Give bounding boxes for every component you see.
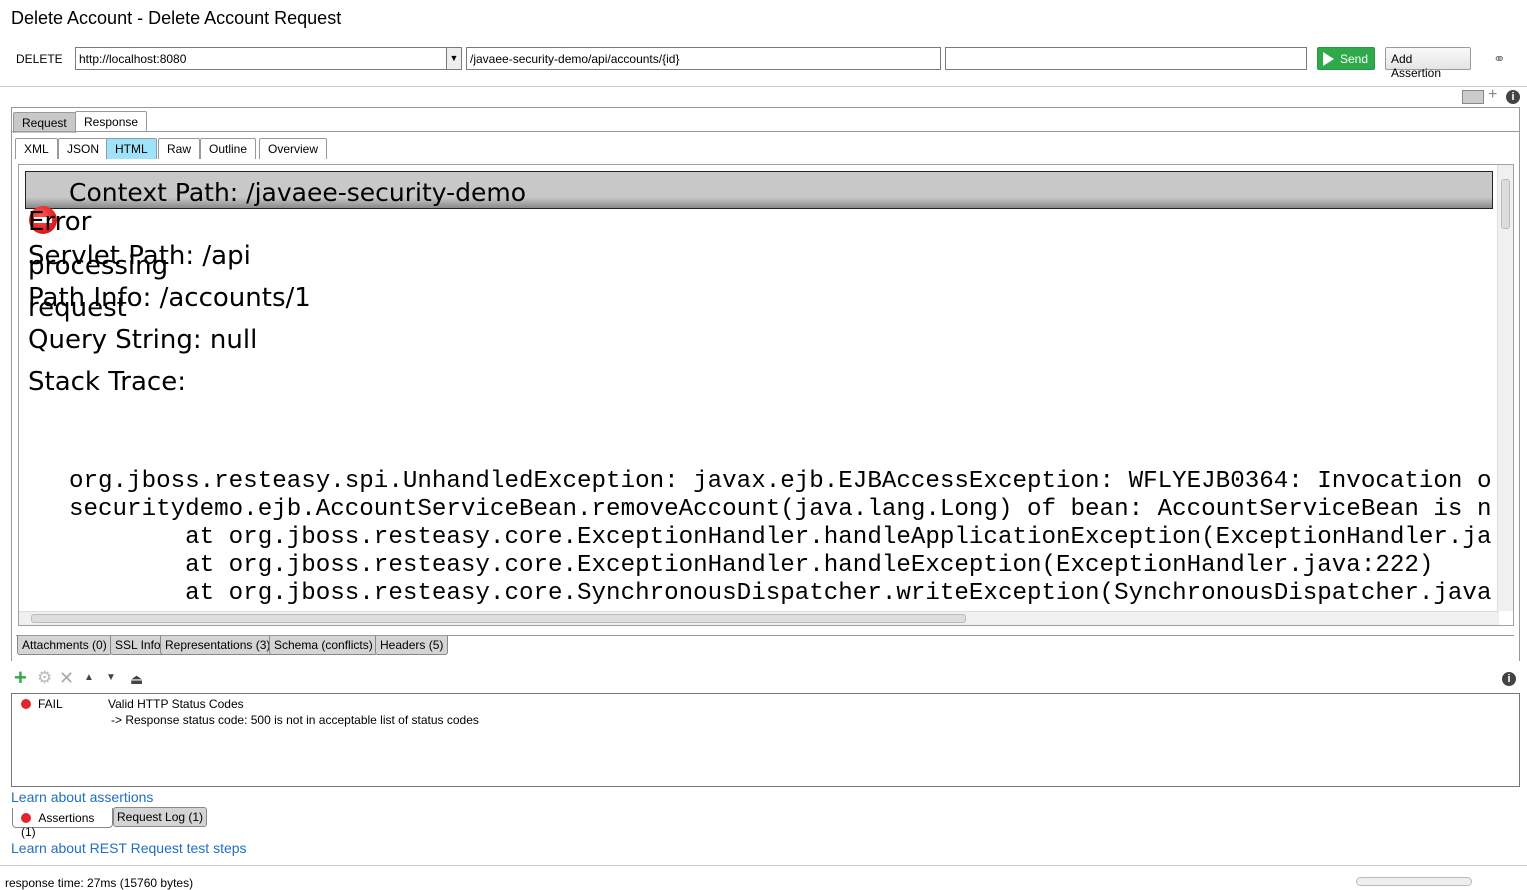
add-assertion-icon[interactable]: + (14, 667, 27, 689)
fail-status-icon (21, 813, 31, 823)
method-label: DELETE (16, 52, 63, 66)
gear-icon[interactable]: ⚙ (37, 669, 52, 687)
stack-line: org.jboss.resteasy.spi.UnhandledExceptio… (69, 468, 1492, 495)
info-icon[interactable]: i (1502, 672, 1516, 686)
tab-headers[interactable]: Headers (5) (375, 636, 449, 655)
tab-request-log[interactable]: Request Log (1) (113, 807, 208, 827)
resource-input[interactable]: /javaee-security-demo/api/accounts/{id} (466, 47, 941, 70)
error-text: processing (28, 251, 169, 281)
info-icon[interactable]: i (1506, 90, 1520, 104)
endpoint-dropdown-button[interactable]: ▼ (446, 47, 462, 70)
send-button[interactable]: Send (1317, 47, 1375, 70)
window-title: Delete Account - Delete Account Request (11, 8, 342, 28)
vertical-scrollbar[interactable] (1497, 165, 1513, 611)
tab-label: Assertions (1) (21, 811, 95, 839)
divider (0, 865, 1527, 866)
parameters-input[interactable] (945, 47, 1307, 70)
tab-outline[interactable]: Outline (200, 138, 257, 159)
send-label: Send (1340, 51, 1369, 66)
tab-overview[interactable]: Overview (259, 138, 328, 159)
fail-status-icon (21, 698, 31, 712)
tab-html[interactable]: HTML (106, 138, 157, 159)
chevron-down-icon: ▼ (449, 53, 459, 63)
status-text: response time: 27ms (15760 bytes) (5, 876, 194, 890)
tab-json[interactable]: JSON (58, 138, 109, 159)
tab-response[interactable]: Response (75, 111, 148, 132)
stack-trace-label: Stack Trace: (28, 367, 186, 397)
tab-raw[interactable]: Raw (158, 138, 201, 159)
layout-toggle-icon[interactable] (1462, 90, 1484, 104)
stack-line: securitydemo.ejb.AccountServiceBean.remo… (69, 496, 1492, 523)
assertion-status: FAIL (38, 697, 63, 711)
assertions-list: FAIL Valid HTTP Status Codes -> Response… (11, 693, 1520, 787)
learn-assertions-link[interactable]: Learn about assertions (11, 789, 153, 805)
divider (11, 131, 1520, 132)
html-viewer[interactable]: Context Path: /javaee-security-demo Erro… (18, 164, 1514, 626)
tab-attachments[interactable]: Attachments (0) (17, 636, 112, 655)
link-icon[interactable]: ⚭ (1493, 50, 1506, 68)
tab-schema[interactable]: Schema (conflicts) (269, 636, 378, 655)
assertion-detail: -> Response status code: 500 is not in a… (111, 713, 479, 727)
context-path-header: Context Path: /javaee-security-demo (25, 171, 1493, 209)
endpoint-input[interactable]: http://localhost:8080 (75, 47, 447, 70)
tab-assertions[interactable]: Assertions (1) (12, 808, 113, 839)
tab-request[interactable]: Request (13, 112, 76, 133)
horizontal-scrollbar[interactable] (19, 611, 1499, 625)
assertion-name[interactable]: Valid HTTP Status Codes (108, 697, 244, 711)
plus-icon[interactable]: + (1488, 86, 1497, 104)
learn-rest-link[interactable]: Learn about REST Request test steps (11, 840, 247, 856)
add-assertion-button[interactable]: Add Assertion (1385, 47, 1471, 80)
play-icon (1323, 51, 1334, 66)
error-text: Error (28, 207, 92, 237)
user-icon[interactable]: ⏏ (130, 671, 143, 688)
tab-xml[interactable]: XML (15, 138, 58, 159)
move-up-icon[interactable]: ▲ (84, 672, 94, 683)
progress-bar (1356, 877, 1472, 886)
stack-line: at org.jboss.resteasy.core.ExceptionHand… (69, 524, 1492, 551)
query-string: Query String: null (28, 325, 258, 355)
error-text: request (28, 293, 127, 323)
stack-line: at org.jboss.resteasy.core.ExceptionHand… (69, 552, 1434, 579)
divider (0, 86, 1527, 87)
delete-icon[interactable]: ✕ (59, 668, 74, 688)
tab-ssl-info[interactable]: SSL Info (110, 636, 166, 655)
tab-representations[interactable]: Representations (3) (160, 636, 276, 655)
move-down-icon[interactable]: ▼ (106, 672, 116, 683)
stack-line: at org.jboss.resteasy.core.SynchronousDi… (69, 580, 1492, 607)
